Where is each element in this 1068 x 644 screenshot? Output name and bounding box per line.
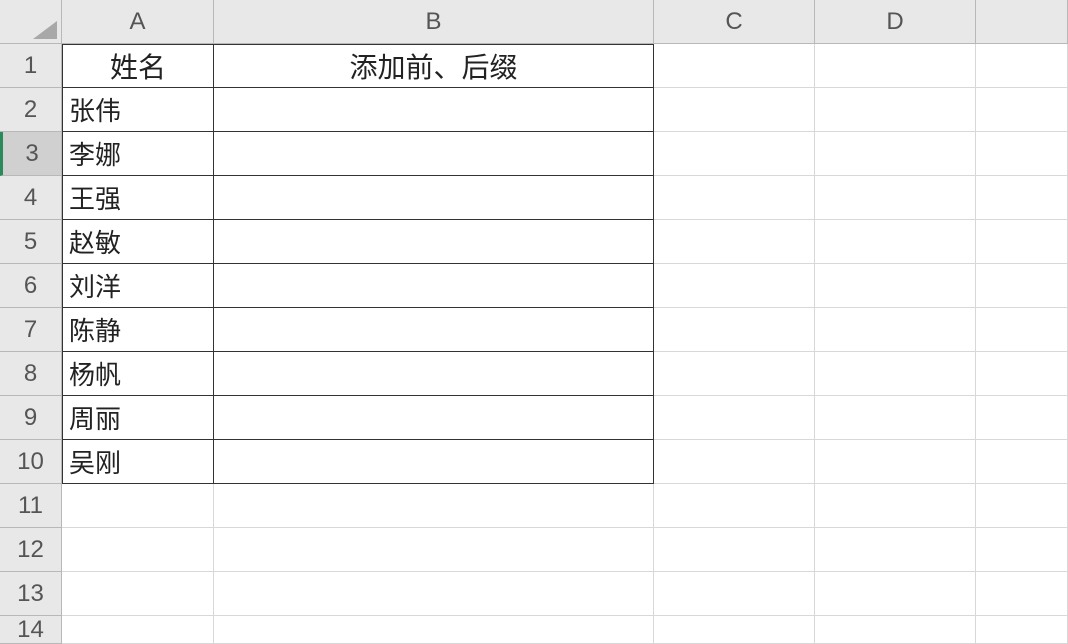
cell-E4[interactable] — [976, 176, 1068, 220]
cell-E12[interactable] — [976, 528, 1068, 572]
col-header-D[interactable]: D — [815, 0, 976, 44]
row-header-9[interactable]: 9 — [0, 396, 62, 440]
cell-B6[interactable] — [214, 264, 654, 308]
cell-D10[interactable] — [815, 440, 976, 484]
cell-C7[interactable] — [654, 308, 815, 352]
cell-A4[interactable]: 王强 — [62, 176, 214, 220]
row-header-13[interactable]: 13 — [0, 572, 62, 616]
cell-A2[interactable]: 张伟 — [62, 88, 214, 132]
cell-D5[interactable] — [815, 220, 976, 264]
cell-B1[interactable]: 添加前、后缀 — [214, 44, 654, 88]
cell-E11[interactable] — [976, 484, 1068, 528]
cell-D12[interactable] — [815, 528, 976, 572]
cell-C11[interactable] — [654, 484, 815, 528]
cell-B4[interactable] — [214, 176, 654, 220]
row-header-10[interactable]: 10 — [0, 440, 62, 484]
cell-A13[interactable] — [62, 572, 214, 616]
cell-A8[interactable]: 杨帆 — [62, 352, 214, 396]
cell-C12[interactable] — [654, 528, 815, 572]
cell-B13[interactable] — [214, 572, 654, 616]
cell-C9[interactable] — [654, 396, 815, 440]
row-header-7[interactable]: 7 — [0, 308, 62, 352]
row-header-4[interactable]: 4 — [0, 176, 62, 220]
cell-D9[interactable] — [815, 396, 976, 440]
cell-E5[interactable] — [976, 220, 1068, 264]
cell-C13[interactable] — [654, 572, 815, 616]
cell-A10[interactable]: 吴刚 — [62, 440, 214, 484]
row-header-1[interactable]: 1 — [0, 44, 62, 88]
row-header-2[interactable]: 2 — [0, 88, 62, 132]
col-header-C[interactable]: C — [654, 0, 815, 44]
cell-B12[interactable] — [214, 528, 654, 572]
cell-B10[interactable] — [214, 440, 654, 484]
cell-C5[interactable] — [654, 220, 815, 264]
cell-B11[interactable] — [214, 484, 654, 528]
cell-C10[interactable] — [654, 440, 815, 484]
cell-E7[interactable] — [976, 308, 1068, 352]
cell-E10[interactable] — [976, 440, 1068, 484]
spreadsheet-grid: A B C D 1 姓名 添加前、后缀 2 张伟 3 李娜 4 王强 5 赵敏 … — [0, 0, 1068, 644]
cell-C4[interactable] — [654, 176, 815, 220]
cell-C2[interactable] — [654, 88, 815, 132]
cell-A9[interactable]: 周丽 — [62, 396, 214, 440]
cell-C6[interactable] — [654, 264, 815, 308]
select-all-corner[interactable] — [0, 0, 62, 44]
cell-E3[interactable] — [976, 132, 1068, 176]
cell-D8[interactable] — [815, 352, 976, 396]
cell-E8[interactable] — [976, 352, 1068, 396]
row-header-11[interactable]: 11 — [0, 484, 62, 528]
cell-E6[interactable] — [976, 264, 1068, 308]
row-header-3[interactable]: 3 — [0, 132, 62, 176]
row-header-8[interactable]: 8 — [0, 352, 62, 396]
cell-D2[interactable] — [815, 88, 976, 132]
cell-A7[interactable]: 陈静 — [62, 308, 214, 352]
cell-C3[interactable] — [654, 132, 815, 176]
cell-C1[interactable] — [654, 44, 815, 88]
cell-A5[interactable]: 赵敏 — [62, 220, 214, 264]
cell-E1[interactable] — [976, 44, 1068, 88]
col-header-A[interactable]: A — [62, 0, 214, 44]
cell-D7[interactable] — [815, 308, 976, 352]
cell-B3[interactable] — [214, 132, 654, 176]
cell-A1[interactable]: 姓名 — [62, 44, 214, 88]
cell-A12[interactable] — [62, 528, 214, 572]
cell-B5[interactable] — [214, 220, 654, 264]
cell-E2[interactable] — [976, 88, 1068, 132]
row-header-12[interactable]: 12 — [0, 528, 62, 572]
cell-B7[interactable] — [214, 308, 654, 352]
row-header-5[interactable]: 5 — [0, 220, 62, 264]
cell-D3[interactable] — [815, 132, 976, 176]
col-header-E[interactable] — [976, 0, 1068, 44]
row-header-6[interactable]: 6 — [0, 264, 62, 308]
cell-D1[interactable] — [815, 44, 976, 88]
cell-E13[interactable] — [976, 572, 1068, 616]
cell-D11[interactable] — [815, 484, 976, 528]
cell-D6[interactable] — [815, 264, 976, 308]
cell-D4[interactable] — [815, 176, 976, 220]
cell-A11[interactable] — [62, 484, 214, 528]
cell-B9[interactable] — [214, 396, 654, 440]
cell-A3[interactable]: 李娜 — [62, 132, 214, 176]
cell-E9[interactable] — [976, 396, 1068, 440]
cell-C8[interactable] — [654, 352, 815, 396]
col-header-B[interactable]: B — [214, 0, 654, 44]
cell-A6[interactable]: 刘洋 — [62, 264, 214, 308]
cell-B2[interactable] — [214, 88, 654, 132]
cell-D13[interactable] — [815, 572, 976, 616]
cell-B8[interactable] — [214, 352, 654, 396]
